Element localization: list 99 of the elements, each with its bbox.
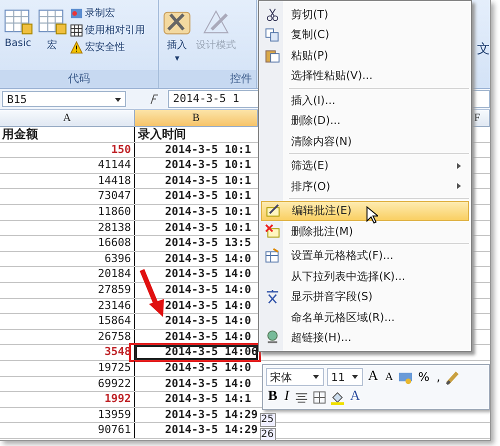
table-cell-text: 2014-3-5 14:0 bbox=[164, 360, 252, 376]
table-cell-text: 2014-3-5 10:1 bbox=[164, 142, 252, 158]
row-number: 25 bbox=[260, 413, 276, 427]
bold-button[interactable]: B bbox=[266, 388, 280, 406]
caret-icon bbox=[352, 375, 358, 379]
note-delete-icon bbox=[264, 224, 280, 239]
name-box[interactable]: B15 bbox=[2, 91, 126, 107]
table-cell-text: 2014-3-5 14:0 bbox=[164, 314, 252, 329]
pointer-arrow bbox=[139, 268, 165, 318]
table-cell-text: 2014-3-5 10:1 bbox=[164, 220, 252, 236]
table-cell-text: 2014-3-5 14:0 bbox=[164, 282, 252, 298]
table-cell: 13959 bbox=[0, 408, 135, 422]
table-cell: 11860 bbox=[0, 204, 135, 220]
submenu-arrow-icon bbox=[457, 162, 461, 168]
menu-item[interactable]: 超链接(H)... bbox=[261, 328, 469, 348]
group-label: 代码 bbox=[0, 70, 158, 88]
table-cell: 23146 bbox=[0, 298, 135, 314]
borders-icon[interactable] bbox=[312, 390, 328, 404]
warning-icon bbox=[70, 40, 83, 54]
font-color-button[interactable]: A bbox=[348, 388, 362, 406]
italic-button[interactable]: I bbox=[282, 388, 292, 406]
shrink-font-button[interactable]: A bbox=[383, 368, 396, 386]
table-cell: 28138 bbox=[0, 220, 135, 236]
grid-icon bbox=[37, 8, 67, 36]
mouse-pointer-icon bbox=[366, 206, 378, 224]
menu-item[interactable]: 粘贴(P) bbox=[261, 45, 469, 66]
row-number: 26 bbox=[260, 428, 276, 440]
table-cell: 14418 bbox=[0, 174, 135, 188]
grow-font-button[interactable]: A bbox=[366, 368, 380, 386]
table-cell: 19725 bbox=[0, 360, 135, 376]
caret-icon bbox=[115, 98, 121, 102]
caret-icon bbox=[313, 375, 319, 379]
menu-item[interactable]: 剪切(T) bbox=[261, 4, 469, 24]
table-cell-text: 2014-3-5 14:0 bbox=[164, 267, 252, 282]
brush-icon[interactable] bbox=[445, 370, 460, 384]
menu-item[interactable]: 插入(I)... bbox=[261, 90, 469, 110]
ribbon-small-button[interactable]: 录制宏 bbox=[70, 6, 145, 20]
menu-item[interactable]: 设置单元格格式(F)... bbox=[261, 246, 469, 266]
ribbon-small-button[interactable]: 宏安全性 bbox=[70, 40, 145, 54]
menu-item[interactable]: 选择性粘贴(V)... bbox=[261, 66, 469, 86]
menu-item[interactable]: 复制(C) bbox=[261, 24, 469, 45]
table-cell: 15864 bbox=[0, 314, 135, 329]
table-cell: 16608 bbox=[0, 236, 135, 251]
ribbon-small-button[interactable]: 使用相对引用 bbox=[70, 23, 145, 37]
table-cell-text: 2014-3-5 14:0 bbox=[164, 252, 252, 266]
table-cell-text: 2014-3-5 14:0 bbox=[164, 330, 252, 344]
font-size-dropdown[interactable]: 11 bbox=[327, 368, 363, 386]
table-cell-text: 2014-3-5 14:0 bbox=[164, 298, 252, 314]
table-cell: 1992 bbox=[0, 392, 135, 407]
menu-item[interactable]: 删除批注(M) bbox=[261, 221, 469, 242]
globe-link-icon bbox=[264, 330, 280, 346]
table-cell: 27859 bbox=[0, 282, 135, 298]
grid-icon bbox=[70, 24, 83, 36]
table-cell-text: 2014-3-5 14:1 bbox=[164, 392, 252, 407]
ribbon-label: 文 bbox=[477, 42, 490, 57]
table-cell: 73047 bbox=[0, 189, 135, 204]
table-cell: 69922 bbox=[0, 376, 135, 392]
record-icon bbox=[70, 6, 83, 20]
table-cell: 20184 bbox=[0, 267, 135, 282]
table-cell-text: 2014-3-5 10:1 bbox=[164, 158, 252, 173]
ribbon-button[interactable]: 插入 ▾ bbox=[161, 4, 194, 70]
table-cell-text: 2014-3-5 10:1 bbox=[164, 204, 252, 220]
format-cells-icon bbox=[264, 248, 280, 264]
table-cell: 2014-3-5 14:06 bbox=[135, 345, 258, 360]
font-dropdown[interactable]: 宋体 bbox=[266, 368, 324, 386]
table-cell: 41144 bbox=[0, 158, 135, 173]
table-cell: 90761 bbox=[0, 423, 135, 438]
table-cell: 26758 bbox=[0, 330, 135, 344]
menu-item[interactable]: 从下拉列表中选择(K)... bbox=[261, 266, 469, 286]
table-cell: 6396 bbox=[0, 252, 135, 266]
submenu-arrow-icon bbox=[457, 183, 461, 189]
table-cell-text: 2014-3-5 14:29 bbox=[164, 408, 258, 422]
column-header[interactable]: B bbox=[135, 110, 258, 126]
menu-item[interactable]: 显示拼音字段(S) bbox=[261, 286, 469, 307]
menu-item[interactable]: 编辑批注(E) bbox=[261, 200, 469, 221]
percent-button[interactable]: % bbox=[416, 368, 432, 386]
grid-icon bbox=[3, 8, 33, 36]
menu-item[interactable]: 筛选(E) bbox=[261, 156, 469, 176]
table-cell-text: 2014-3-5 14:0 bbox=[164, 376, 252, 392]
scissors-icon bbox=[264, 6, 280, 22]
table-cell: 150 bbox=[0, 142, 135, 158]
table-cell-text: 2014-3-5 14:29 bbox=[164, 423, 258, 438]
note-edit-icon bbox=[266, 203, 280, 218]
group-label: 控件 bbox=[159, 70, 256, 88]
ribbon-button[interactable]: 宏 bbox=[36, 4, 68, 70]
ruler-pencil-icon bbox=[201, 8, 232, 36]
table-cell-text: 录入时间 bbox=[137, 127, 187, 142]
table-cell-text: 2014-3-5 13:5 bbox=[164, 236, 252, 251]
comma-button[interactable]: , bbox=[434, 368, 442, 386]
copy-icon bbox=[264, 27, 280, 42]
table-cell-text: 2014-3-5 10:1 bbox=[164, 189, 252, 204]
menu-item[interactable]: 命名单元格区域(R)... bbox=[261, 307, 469, 328]
ribbon-button[interactable]: Basic bbox=[2, 4, 34, 70]
menu-item[interactable]: 排序(O) bbox=[261, 176, 469, 196]
table-cell: 用金额 bbox=[0, 127, 135, 142]
fill-color-icon[interactable] bbox=[330, 390, 346, 404]
table-cell-text: 2014-3-5 10:1 bbox=[164, 174, 252, 188]
menu-item[interactable]: 清除内容(N) bbox=[261, 131, 469, 152]
clipboard-icon bbox=[264, 48, 280, 63]
